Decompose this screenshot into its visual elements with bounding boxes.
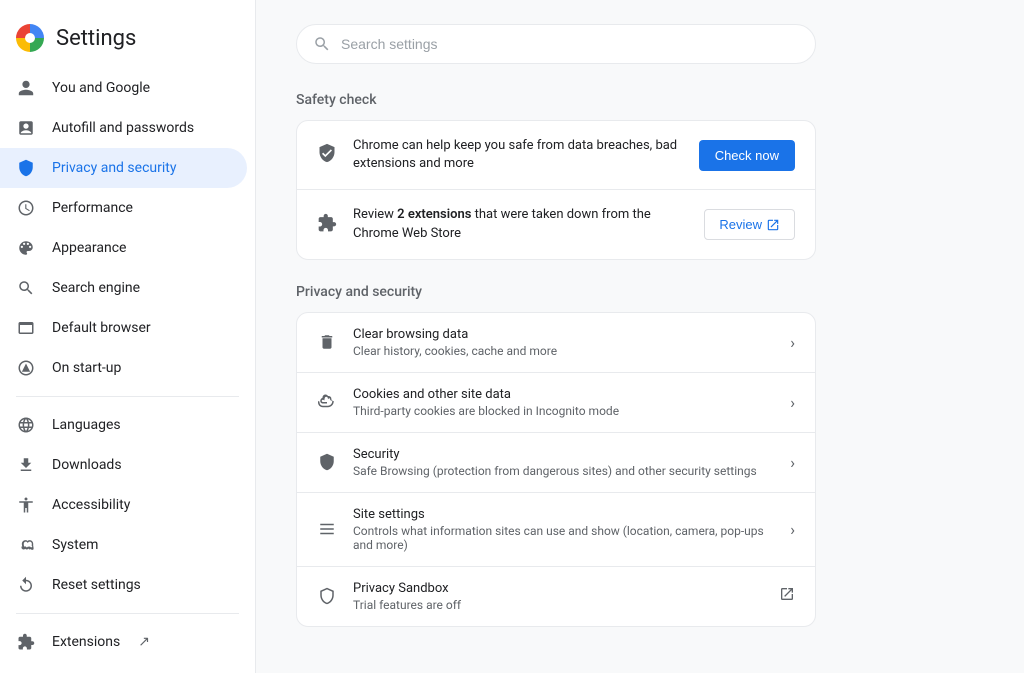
privacy-item-sandbox[interactable]: Privacy Sandbox Trial features are off (297, 566, 815, 626)
safety-text-data-breaches: Chrome can help keep you safe from data … (353, 137, 683, 173)
search-engine-icon (16, 278, 36, 298)
main-content: Safety check Chrome can help keep you sa… (256, 0, 1024, 673)
sidebar-item-you-and-google[interactable]: You and Google (0, 68, 247, 108)
app-title: Settings (0, 16, 255, 68)
privacy-item-content-site-settings: Site settings Controls what information … (353, 507, 774, 552)
chrome-logo-icon (16, 24, 44, 52)
sidebar-label-appearance: Appearance (52, 240, 126, 256)
sidebar-label-privacy: Privacy and security (52, 160, 176, 176)
external-link-icon-sandbox (779, 586, 795, 606)
sidebar-label-system: System (52, 537, 98, 553)
site-settings-icon (317, 519, 337, 539)
sidebar-item-appearance[interactable]: Appearance (0, 228, 247, 268)
extensions-icon (16, 632, 36, 652)
search-icon (313, 35, 331, 53)
sidebar-item-accessibility[interactable]: Accessibility (0, 485, 247, 525)
sidebar-label-on-startup: On start-up (52, 360, 121, 376)
sidebar-item-system[interactable]: System (0, 525, 247, 565)
performance-icon (16, 198, 36, 218)
startup-icon (16, 358, 36, 378)
sidebar-divider-1 (16, 396, 239, 397)
download-icon (16, 455, 36, 475)
safety-check-title: Safety check (296, 92, 984, 108)
safety-text-extensions: Review 2 extensions that were taken down… (353, 206, 688, 242)
globe-icon (16, 415, 36, 435)
chevron-right-icon-3: › (790, 520, 795, 539)
sidebar-divider-2 (16, 613, 239, 614)
person-icon (16, 78, 36, 98)
sidebar-label-autofill: Autofill and passwords (52, 120, 194, 136)
sidebar-label-downloads: Downloads (52, 457, 122, 473)
sidebar-item-autofill[interactable]: Autofill and passwords (0, 108, 247, 148)
sidebar-label-accessibility: Accessibility (52, 497, 130, 513)
privacy-item-content-security: Security Safe Browsing (protection from … (353, 447, 774, 478)
privacy-card: Clear browsing data Clear history, cooki… (296, 312, 816, 627)
sidebar-label-reset-settings: Reset settings (52, 577, 141, 593)
sidebar-item-privacy[interactable]: Privacy and security (0, 148, 247, 188)
shield-icon (16, 158, 36, 178)
sidebar-item-reset-settings[interactable]: Reset settings (0, 565, 247, 605)
sidebar-label-default-browser: Default browser (52, 320, 151, 336)
sidebar-item-languages[interactable]: Languages (0, 405, 247, 445)
privacy-item-content-cookies: Cookies and other site data Third-party … (353, 387, 774, 418)
chevron-right-icon-2: › (790, 453, 795, 472)
sidebar-item-search-engine[interactable]: Search engine (0, 268, 247, 308)
search-bar[interactable] (296, 24, 816, 64)
sidebar-label-languages: Languages (52, 417, 121, 433)
sidebar-label-performance: Performance (52, 200, 133, 216)
sidebar-item-on-startup[interactable]: On start-up (0, 348, 247, 388)
privacy-security-section: Privacy and security Clear browsing data… (296, 284, 984, 627)
sidebar-item-about-chrome[interactable]: About Chrome (0, 662, 247, 673)
external-link-icon: ↗ (138, 634, 150, 650)
sidebar-label-extensions: Extensions (52, 634, 120, 650)
privacy-item-site-settings[interactable]: Site settings Controls what information … (297, 492, 815, 566)
sidebar: Settings You and Google Autofill and pas… (0, 0, 256, 673)
sidebar-label-search-engine: Search engine (52, 280, 140, 296)
browser-icon (16, 318, 36, 338)
autofill-icon (16, 118, 36, 138)
privacy-item-security[interactable]: Security Safe Browsing (protection from … (297, 432, 815, 492)
safety-check-section: Safety check Chrome can help keep you sa… (296, 92, 984, 260)
privacy-sandbox-icon (317, 586, 337, 606)
accessibility-icon (16, 495, 36, 515)
safety-item-data-breaches: Chrome can help keep you safe from data … (297, 121, 815, 189)
chevron-right-icon-1: › (790, 393, 795, 412)
sidebar-item-extensions[interactable]: Extensions ↗ (0, 622, 247, 662)
cookie-icon (317, 392, 337, 412)
safety-check-card: Chrome can help keep you safe from data … (296, 120, 816, 260)
trash-icon (317, 332, 337, 352)
sidebar-item-downloads[interactable]: Downloads (0, 445, 247, 485)
puzzle-icon (317, 213, 337, 237)
privacy-item-content-clear: Clear browsing data Clear history, cooki… (353, 327, 774, 358)
reset-icon (16, 575, 36, 595)
security-shield-icon (317, 452, 337, 472)
shield-check-icon (317, 143, 337, 167)
review-button[interactable]: Review (704, 209, 795, 240)
check-now-button[interactable]: Check now (699, 140, 795, 171)
system-icon (16, 535, 36, 555)
search-input[interactable] (341, 36, 799, 52)
sidebar-item-default-browser[interactable]: Default browser (0, 308, 247, 348)
safety-item-extensions-review: Review 2 extensions that were taken down… (297, 189, 815, 258)
sidebar-label-you-and-google: You and Google (52, 80, 150, 96)
privacy-section-title: Privacy and security (296, 284, 984, 300)
privacy-item-content-sandbox: Privacy Sandbox Trial features are off (353, 581, 763, 612)
privacy-item-clear-browsing[interactable]: Clear browsing data Clear history, cooki… (297, 313, 815, 372)
appearance-icon (16, 238, 36, 258)
chevron-right-icon-0: › (790, 333, 795, 352)
sidebar-item-performance[interactable]: Performance (0, 188, 247, 228)
privacy-item-cookies[interactable]: Cookies and other site data Third-party … (297, 372, 815, 432)
